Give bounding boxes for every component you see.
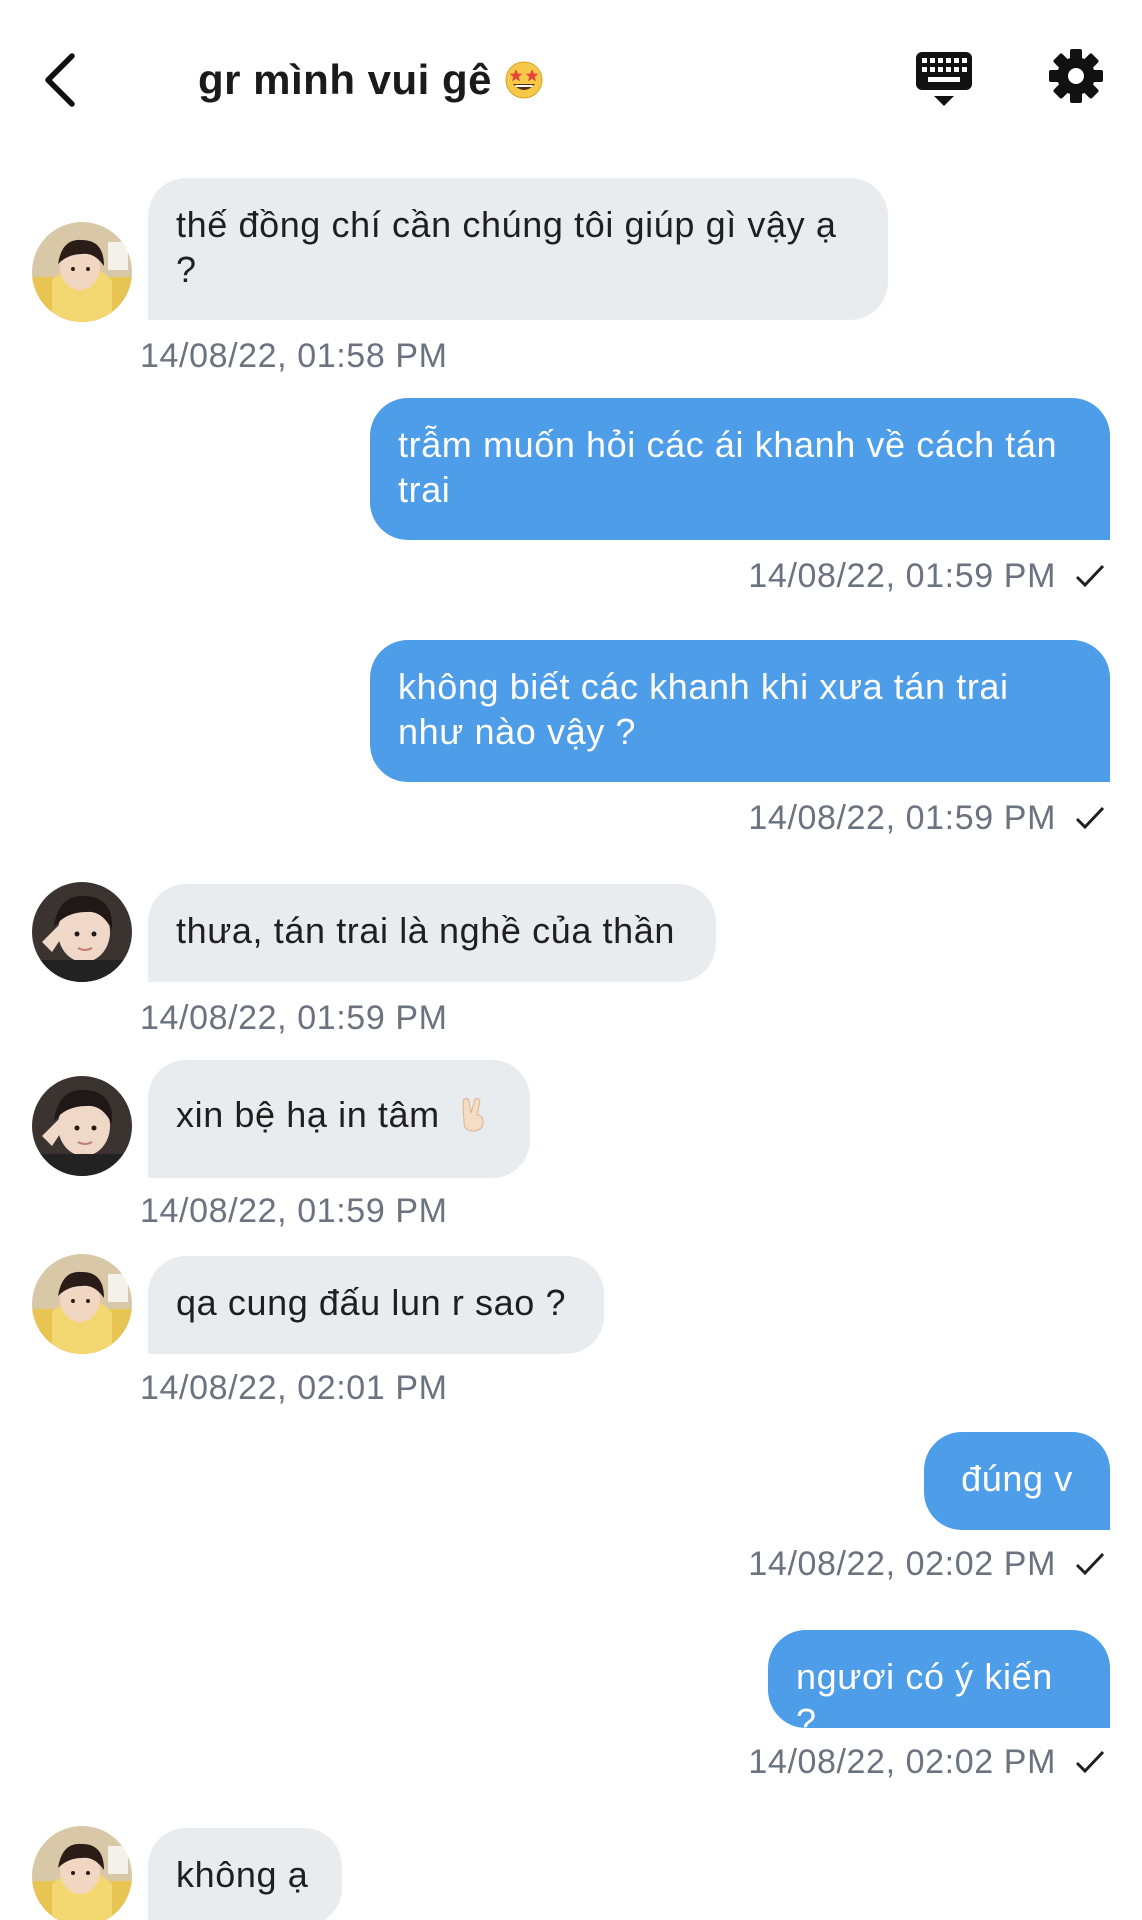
timestamp-text: 14/08/22, 01:59 PM (748, 557, 1056, 595)
avatar-photo (32, 882, 132, 982)
message-timestamp: 14/08/22, 01:58 PM (140, 337, 448, 375)
message-timestamp: 14/08/22, 02:02 PM (748, 1742, 1106, 1782)
message-bubble[interactable]: đúng v (924, 1432, 1110, 1530)
message-bubble[interactable]: thưa, tán trai là nghề của thần (148, 884, 716, 982)
checkmark-icon (1075, 1552, 1105, 1576)
avatar[interactable] (32, 222, 132, 322)
message-timestamp: 14/08/22, 01:59 PM (140, 999, 448, 1037)
message-text: ngươi có ý kiến ? (796, 1656, 1053, 1742)
keyboard-icon (916, 52, 972, 106)
timestamp-text: 14/08/22, 02:02 PM (748, 1545, 1056, 1583)
message-bubble[interactable]: ngươi có ý kiến ? (768, 1630, 1110, 1742)
message-bubble[interactable]: trẫm muốn hỏi các ái khanh về cách tán t… (370, 398, 1110, 540)
message-text: thưa, tán trai là nghề của thần (176, 910, 676, 951)
message-text: qa cung đấu lun r sao ? (176, 1282, 567, 1323)
avatar-photo (32, 1826, 132, 1920)
message-text: trẫm muốn hỏi các ái khanh về cách tán t… (398, 424, 1058, 510)
avatar[interactable] (32, 1826, 132, 1920)
avatar[interactable] (32, 1254, 132, 1354)
avatar-photo (32, 222, 132, 322)
message-timestamp: 14/08/22, 02:01 PM (140, 1369, 448, 1407)
message-text: xin bệ hạ in tâm (176, 1094, 440, 1135)
avatar-photo (32, 1076, 132, 1176)
victory-hand-emoji-icon (462, 1097, 484, 1132)
message-timestamp: 14/08/22, 02:02 PM (748, 1544, 1106, 1584)
message-timestamp: 14/08/22, 01:59 PM (140, 1192, 448, 1230)
keyboard-button[interactable] (914, 48, 974, 110)
timestamp-text: 14/08/22, 02:02 PM (748, 1743, 1056, 1781)
chevron-left-icon (45, 53, 75, 107)
message-bubble[interactable]: qa cung đấu lun r sao ? (148, 1256, 604, 1354)
message-timestamp: 14/08/22, 01:59 PM (748, 556, 1106, 596)
chat-header: gr mình vui gê (0, 0, 1142, 160)
message-bubble[interactable]: không ạ (148, 1828, 342, 1920)
timestamp-text: 14/08/22, 01:59 PM (748, 799, 1056, 837)
checkmark-icon (1075, 1750, 1105, 1774)
message-text: đúng v (961, 1458, 1073, 1499)
message-text: không biết các khanh khi xưa tán trai nh… (398, 666, 1009, 752)
message-text: thế đồng chí cần chúng tôi giúp gì vậy ạ… (176, 204, 837, 290)
gear-icon (1049, 49, 1103, 103)
avatar-photo (32, 1254, 132, 1354)
chat-screen: gr mình vui gê thế đồng chí cần chúng tô… (0, 0, 1142, 1920)
message-timestamp: 14/08/22, 01:59 PM (748, 798, 1106, 838)
avatar[interactable] (32, 1076, 132, 1176)
settings-button[interactable] (1048, 48, 1104, 104)
message-bubble[interactable]: thế đồng chí cần chúng tôi giúp gì vậy ạ… (148, 178, 888, 320)
chat-title-text: gr mình vui gê (198, 56, 493, 103)
message-text: không ạ (176, 1854, 309, 1895)
avatar[interactable] (32, 882, 132, 982)
chat-title: gr mình vui gê (198, 50, 544, 110)
message-bubble[interactable]: không biết các khanh khi xưa tán trai nh… (370, 640, 1110, 782)
back-button[interactable] (30, 40, 90, 120)
message-bubble[interactable]: xin bệ hạ in tâm (148, 1060, 530, 1178)
star-struck-emoji-icon (505, 61, 543, 99)
checkmark-icon (1075, 806, 1105, 830)
checkmark-icon (1075, 564, 1105, 588)
